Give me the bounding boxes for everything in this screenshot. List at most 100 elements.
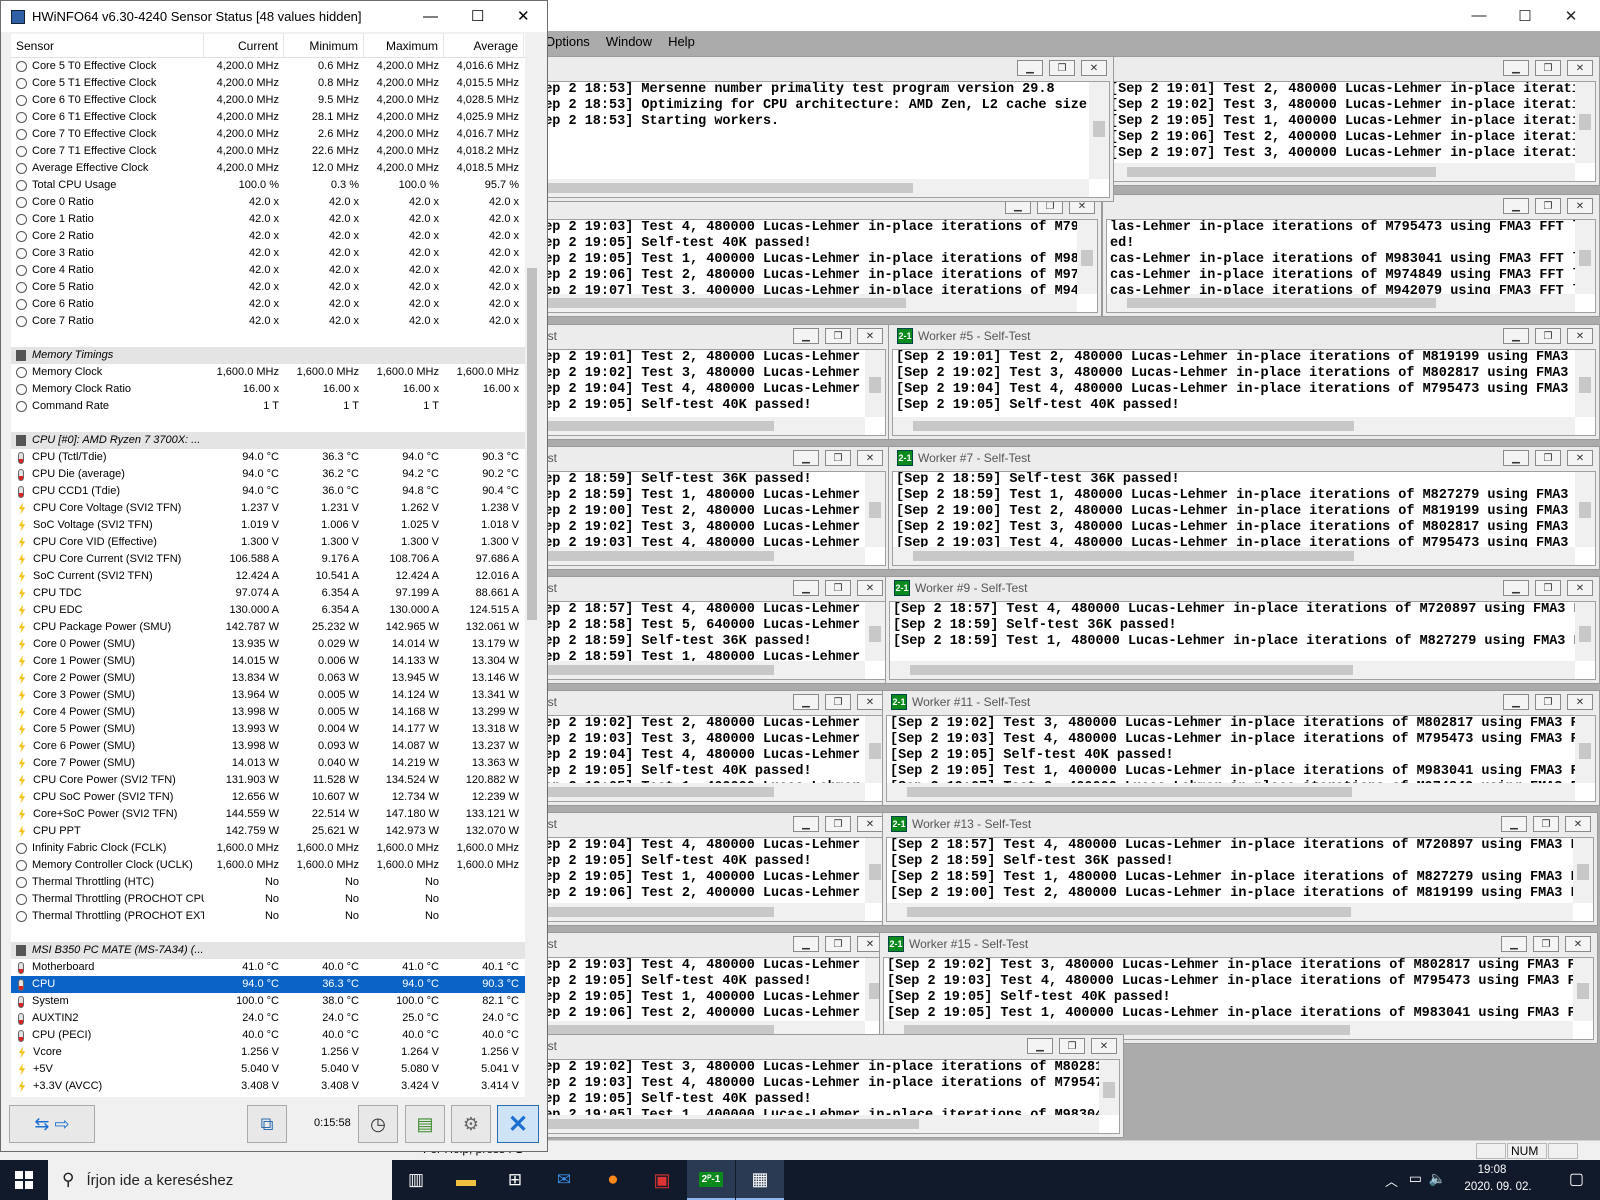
- vertical-scrollbar[interactable]: [865, 472, 885, 547]
- sensor-row[interactable]: System 100.0 °C 38.0 °C 100.0 °C 82.1 °C: [11, 993, 525, 1010]
- sensor-row[interactable]: Core 7 Ratio 42.0 x 42.0 x 42.0 x 42.0 x: [11, 313, 525, 330]
- worker-log[interactable]: [Sep 2 19:03] Test 4, 480000 Lucas-Lehme…: [524, 219, 1098, 313]
- worker-log[interactable]: [Sep 2 18:57] Test 4, 480000 Lucas-Lehme…: [889, 601, 1596, 680]
- settings-button[interactable]: ⚙: [451, 1105, 491, 1143]
- notification-icon[interactable]: ▢: [1569, 1169, 1584, 1189]
- sensor-row[interactable]: Core 4 Ratio 42.0 x 42.0 x 42.0 x 42.0 x: [11, 262, 525, 279]
- worker-log[interactable]: [Sep 2 18:57] Test 4, 480000 Lucas-Lehme…: [886, 837, 1594, 922]
- sensor-row[interactable]: Thermal Throttling (HTC) No No No: [11, 874, 525, 891]
- worker-window[interactable]: ▁ ❐ ✕ [Sep 2 19:01] Test 2, 480000 Lucas-Le…: [1102, 56, 1600, 186]
- col-header-minimum[interactable]: Minimum: [284, 34, 364, 58]
- sensor-scrollbar[interactable]: [525, 58, 539, 1097]
- scroll-thumb[interactable]: [910, 665, 1353, 675]
- scroll-thumb[interactable]: [1579, 742, 1591, 759]
- minimize-button[interactable]: —: [423, 8, 438, 25]
- scroll-thumb[interactable]: [1127, 298, 1436, 308]
- horizontal-scrollbar[interactable]: [525, 661, 865, 679]
- worker-log[interactable]: [Sep 2 19:01] Test 2, 480000 Lucas-Lehme…: [1106, 81, 1596, 182]
- scroll-thumb[interactable]: [869, 864, 881, 880]
- sensor-row[interactable]: Core 3 Power (SMU) 13.964 W 0.005 W 14.124 …: [11, 687, 525, 704]
- scroll-thumb[interactable]: [545, 1119, 919, 1129]
- scroll-thumb[interactable]: [1577, 983, 1589, 1000]
- network-button[interactable]: ⧉: [247, 1105, 287, 1143]
- close-button[interactable]: ✕: [857, 816, 883, 832]
- scroll-thumb[interactable]: [1081, 249, 1093, 266]
- worker-window[interactable]: Test▁❐✕[Sep 2 19:01] Test 2, 480000 Luca…: [520, 324, 890, 440]
- sensor-row[interactable]: Core 7 T0 Effective Clock 4,200.0 MHz 2.6 …: [11, 126, 525, 143]
- worker-title-bar[interactable]: 2-1 Worker #15 - Self-Test ▁ ❐ ✕: [880, 933, 1597, 955]
- scroll-thumb[interactable]: [913, 551, 1354, 561]
- sensor-row[interactable]: AUXTIN2 24.0 °C 24.0 °C 25.0 °C 24.0 °C: [11, 1010, 525, 1027]
- vertical-scrollbar[interactable]: [865, 350, 885, 417]
- worker-window[interactable]: 2-1 Worker #5 - Self-Test ▁ ❐ ✕ [Sep 2 19:01]…: [888, 324, 1600, 440]
- sensor-row[interactable]: Thermal Throttling (PROCHOT CPU) No No No: [11, 891, 525, 908]
- restore-button[interactable]: ❐: [1535, 60, 1561, 76]
- horizontal-scrollbar[interactable]: [525, 1115, 1099, 1133]
- scroll-thumb[interactable]: [907, 787, 1352, 797]
- worker-title-bar[interactable]: Test▁❐✕: [521, 577, 889, 599]
- horizontal-scrollbar[interactable]: [893, 547, 1575, 565]
- sensor-row[interactable]: +5V 5.040 V 5.040 V 5.080 V 5.041 V: [11, 1061, 525, 1078]
- minimize-button[interactable]: ▁: [793, 328, 819, 344]
- horizontal-scrollbar[interactable]: [525, 179, 1089, 197]
- chevron-up-icon[interactable]: ︿: [1385, 1171, 1398, 1190]
- close-button[interactable]: ✕: [857, 328, 883, 344]
- sensor-group-header[interactable]: Memory Timings: [11, 347, 525, 364]
- close-button[interactable]: ✕: [1081, 60, 1107, 76]
- sensor-row[interactable]: CPU (Tctl/Tdie) 94.0 °C 36.3 °C 94.0 °C 90.3…: [11, 449, 525, 466]
- worker-log[interactable]: [Sep 2 19:01] Test 2, 480000 Lucas-Lehme…: [892, 349, 1596, 436]
- menu-window[interactable]: Window: [606, 34, 652, 49]
- close-button[interactable]: ✕: [857, 580, 883, 596]
- sensor-row[interactable]: CPU PPT 142.759 W 25.621 W 142.973 W 132.070…: [11, 823, 525, 840]
- horizontal-scrollbar[interactable]: [1107, 294, 1575, 312]
- col-header-sensor[interactable]: Sensor: [11, 34, 204, 58]
- sensor-row[interactable]: Average Effective Clock 4,200.0 MHz 12.0 M…: [11, 160, 525, 177]
- minimize-button[interactable]: ▁: [1017, 60, 1043, 76]
- restore-button[interactable]: ❐: [1533, 936, 1559, 952]
- clock-date[interactable]: 2020. 09. 02.: [1452, 1181, 1544, 1193]
- scroll-thumb[interactable]: [545, 421, 774, 431]
- scroll-thumb[interactable]: [907, 907, 1351, 917]
- worker-log[interactable]: [Sep 2 18:53] Mersenne number primality …: [524, 81, 1110, 198]
- scroll-thumb[interactable]: [913, 421, 1354, 431]
- worker-log[interactable]: [Sep 2 19:04] Test 4, 480000 Lucas-Lehme…: [524, 837, 886, 922]
- close-button[interactable]: ✕: [1091, 1038, 1117, 1054]
- vertical-scrollbar[interactable]: [1575, 350, 1595, 417]
- start-button[interactable]: [0, 1160, 48, 1200]
- worker-title-bar[interactable]: ▁ ❐ ✕: [1103, 195, 1599, 217]
- sensor-row[interactable]: Core 6 Power (SMU) 13.998 W 0.093 W 14.087 …: [11, 738, 525, 755]
- sensor-row[interactable]: Core 0 Ratio 42.0 x 42.0 x 42.0 x 42.0 x: [11, 194, 525, 211]
- minimize-button[interactable]: ▁: [793, 694, 819, 710]
- sensor-row[interactable]: CPU SoC Power (SVI2 TFN) 12.656 W 10.607 W…: [11, 789, 525, 806]
- sensor-row[interactable]: CPU TDC 97.074 A 6.354 A 97.199 A 88.661 A: [11, 585, 525, 602]
- worker-log[interactable]: [Sep 2 19:03] Test 4, 480000 Lucas-Lehme…: [524, 957, 886, 1040]
- close-sensors-button[interactable]: ✕: [497, 1105, 539, 1143]
- sensor-row[interactable]: SoC Current (SVI2 TFN) 12.424 A 10.541 A 12…: [11, 568, 525, 585]
- sensor-row[interactable]: CPU Core Voltage (SVI2 TFN) 1.237 V 1.231 …: [11, 500, 525, 517]
- sensor-row[interactable]: Memory Controller Clock (UCLK) 1,600.0 MH…: [11, 857, 525, 874]
- menu-options[interactable]: Options: [545, 34, 590, 49]
- sensor-row[interactable]: CPU Package Power (SMU) 142.787 W 25.232 W…: [11, 619, 525, 636]
- sensor-row[interactable]: Core 6 T1 Effective Clock 4,200.0 MHz 28.1…: [11, 109, 525, 126]
- worker-title-bar[interactable]: 2-1 Worker #5 - Self-Test ▁ ❐ ✕: [889, 325, 1599, 347]
- scroll-thumb[interactable]: [1093, 120, 1105, 137]
- vertical-scrollbar[interactable]: [1573, 958, 1593, 1021]
- scroll-thumb[interactable]: [1579, 625, 1591, 642]
- worker-title-bar[interactable]: Test▁❐✕: [521, 325, 889, 347]
- minimize-button[interactable]: ▁: [793, 816, 819, 832]
- worker-title-bar[interactable]: 2-1 Worker #9 - Self-Test ▁ ❐ ✕: [886, 577, 1599, 599]
- network-tray-icon[interactable]: ▭: [1409, 1170, 1422, 1187]
- vertical-scrollbar[interactable]: [1089, 82, 1109, 179]
- close-button[interactable]: ✕: [1567, 694, 1593, 710]
- col-header-current[interactable]: Current: [204, 34, 284, 58]
- sensor-row[interactable]: CPU Core VID (Effective) 1.300 V 1.300 V 1.…: [11, 534, 525, 551]
- scroll-thumb[interactable]: [1127, 167, 1436, 177]
- close-button[interactable]: ✕: [517, 7, 530, 25]
- log-button[interactable]: ▤: [405, 1105, 445, 1143]
- scroll-thumb[interactable]: [545, 665, 774, 675]
- scroll-thumb[interactable]: [545, 787, 774, 797]
- restore-button[interactable]: ❐: [1535, 450, 1561, 466]
- worker-log[interactable]: [Sep 2 19:02] Test 3, 480000 Lucas-Lehme…: [524, 1059, 1120, 1134]
- close-button[interactable]: ✕: [1567, 328, 1593, 344]
- restore-button[interactable]: ❐: [1535, 328, 1561, 344]
